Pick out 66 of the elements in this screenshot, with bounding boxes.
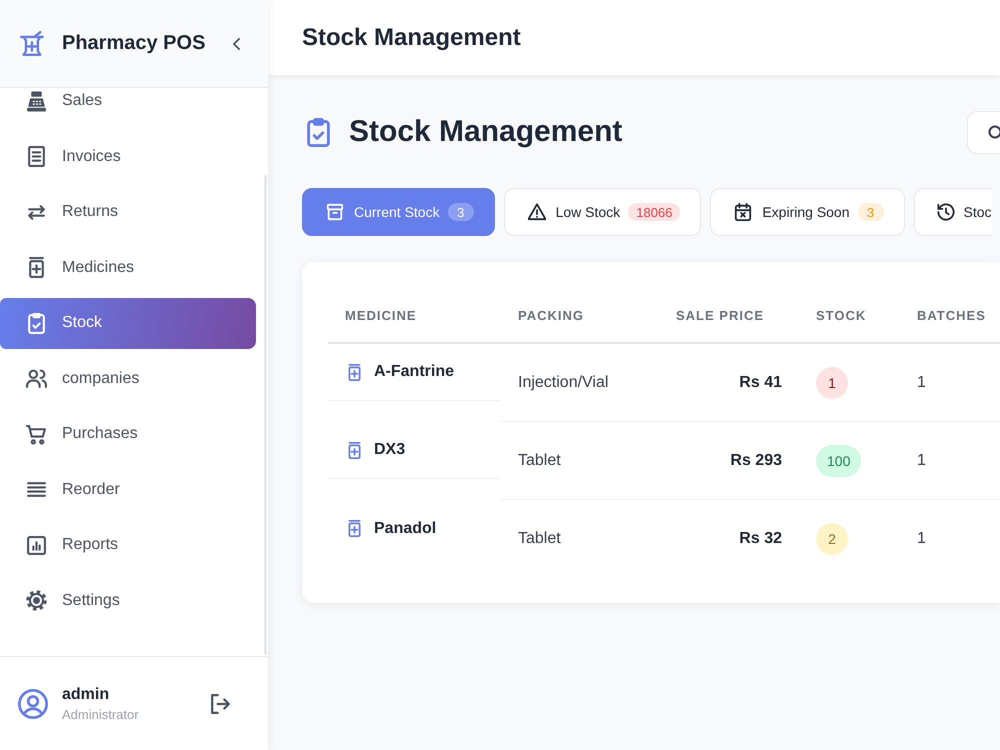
sidebar-item[interactable]: Reports — [0, 520, 256, 570]
calendar-x-icon — [734, 203, 752, 221]
sidebar-item[interactable]: Reorder — [0, 464, 256, 515]
search-field[interactable] — [967, 110, 1000, 154]
sidebar-item[interactable]: companies — [0, 353, 256, 404]
user-name: admin — [62, 686, 110, 704]
sale-price: Rs 32 — [739, 530, 782, 548]
sidebar-item[interactable]: Medicines — [0, 242, 256, 293]
logout-icon — [210, 694, 230, 714]
sidebar-item[interactable]: Returns — [0, 186, 256, 238]
user-role: Administrator — [62, 706, 139, 722]
cart-icon — [26, 424, 47, 444]
batches-count: 1 — [917, 452, 926, 470]
filter-tab[interactable]: Expiring Soon 3 — [710, 188, 905, 236]
user-avatar-icon — [18, 688, 48, 718]
section-heading: Stock Management — [349, 115, 622, 149]
brand-name: Pharmacy POS — [62, 32, 206, 55]
medicine-name: DX3 — [374, 441, 406, 459]
sidebar-item[interactable]: Settings — [0, 575, 256, 626]
column-header: SALE PRICE — [676, 308, 764, 322]
count-badge: 3 — [858, 203, 884, 221]
chevron-left-icon — [233, 38, 240, 50]
mortar-logo-icon — [20, 31, 45, 56]
medicine-bottle-icon — [348, 364, 361, 380]
stock-badge: 100 — [816, 444, 862, 476]
count-badge: 18066 — [628, 203, 680, 221]
medicine-bottle-icon — [348, 520, 361, 537]
medicine-bottle-icon — [26, 257, 47, 278]
sidebar-item[interactable]: Purchases — [0, 408, 256, 460]
medicine-bottle-icon — [348, 442, 361, 458]
list-icon — [26, 479, 47, 500]
bar-chart-icon — [26, 534, 47, 556]
medicine-name: A-Fantrine — [374, 363, 454, 381]
sale-price: Rs 41 — [739, 374, 782, 392]
logout-button[interactable] — [208, 692, 232, 716]
packing-text: Tablet — [518, 530, 561, 548]
document-icon — [26, 146, 47, 167]
search-icon — [988, 124, 1000, 140]
sidebar-item[interactable]: Stock — [0, 298, 256, 348]
column-header: MEDICINE — [345, 308, 417, 322]
history-icon — [936, 203, 955, 221]
clipboard-check-icon — [26, 312, 47, 334]
clipboard-check-icon — [305, 118, 332, 146]
page-title: Stock Management — [302, 24, 521, 52]
batches-count: 1 — [917, 374, 926, 392]
stock-badge: 2 — [816, 523, 848, 555]
packing-text: Injection/Vial — [518, 374, 608, 392]
count-badge: 3 — [448, 203, 474, 221]
users-icon — [26, 368, 47, 389]
medicine-name: Panadol — [374, 520, 436, 538]
column-header: STOCK — [816, 308, 866, 322]
sidebar-item[interactable]: Invoices — [0, 131, 256, 182]
sidebar-item[interactable]: Sales — [0, 88, 256, 126]
packing-text: Tablet — [518, 452, 561, 470]
settings-icon — [26, 590, 47, 611]
cash-register-icon — [26, 90, 47, 112]
stock-badge: 1 — [816, 366, 848, 398]
warning-triangle-icon — [528, 203, 546, 221]
column-header: BATCHES — [917, 308, 986, 322]
batches-count: 1 — [917, 530, 926, 548]
filter-tab[interactable]: Low Stock 18066 — [504, 188, 702, 236]
filter-tab[interactable]: Current Stock 3 — [302, 188, 495, 236]
sale-price: Rs 293 — [730, 452, 782, 470]
column-header: PACKING — [518, 308, 584, 322]
archive-box-icon — [326, 203, 344, 221]
filter-tab[interactable]: Stoc — [914, 188, 992, 236]
